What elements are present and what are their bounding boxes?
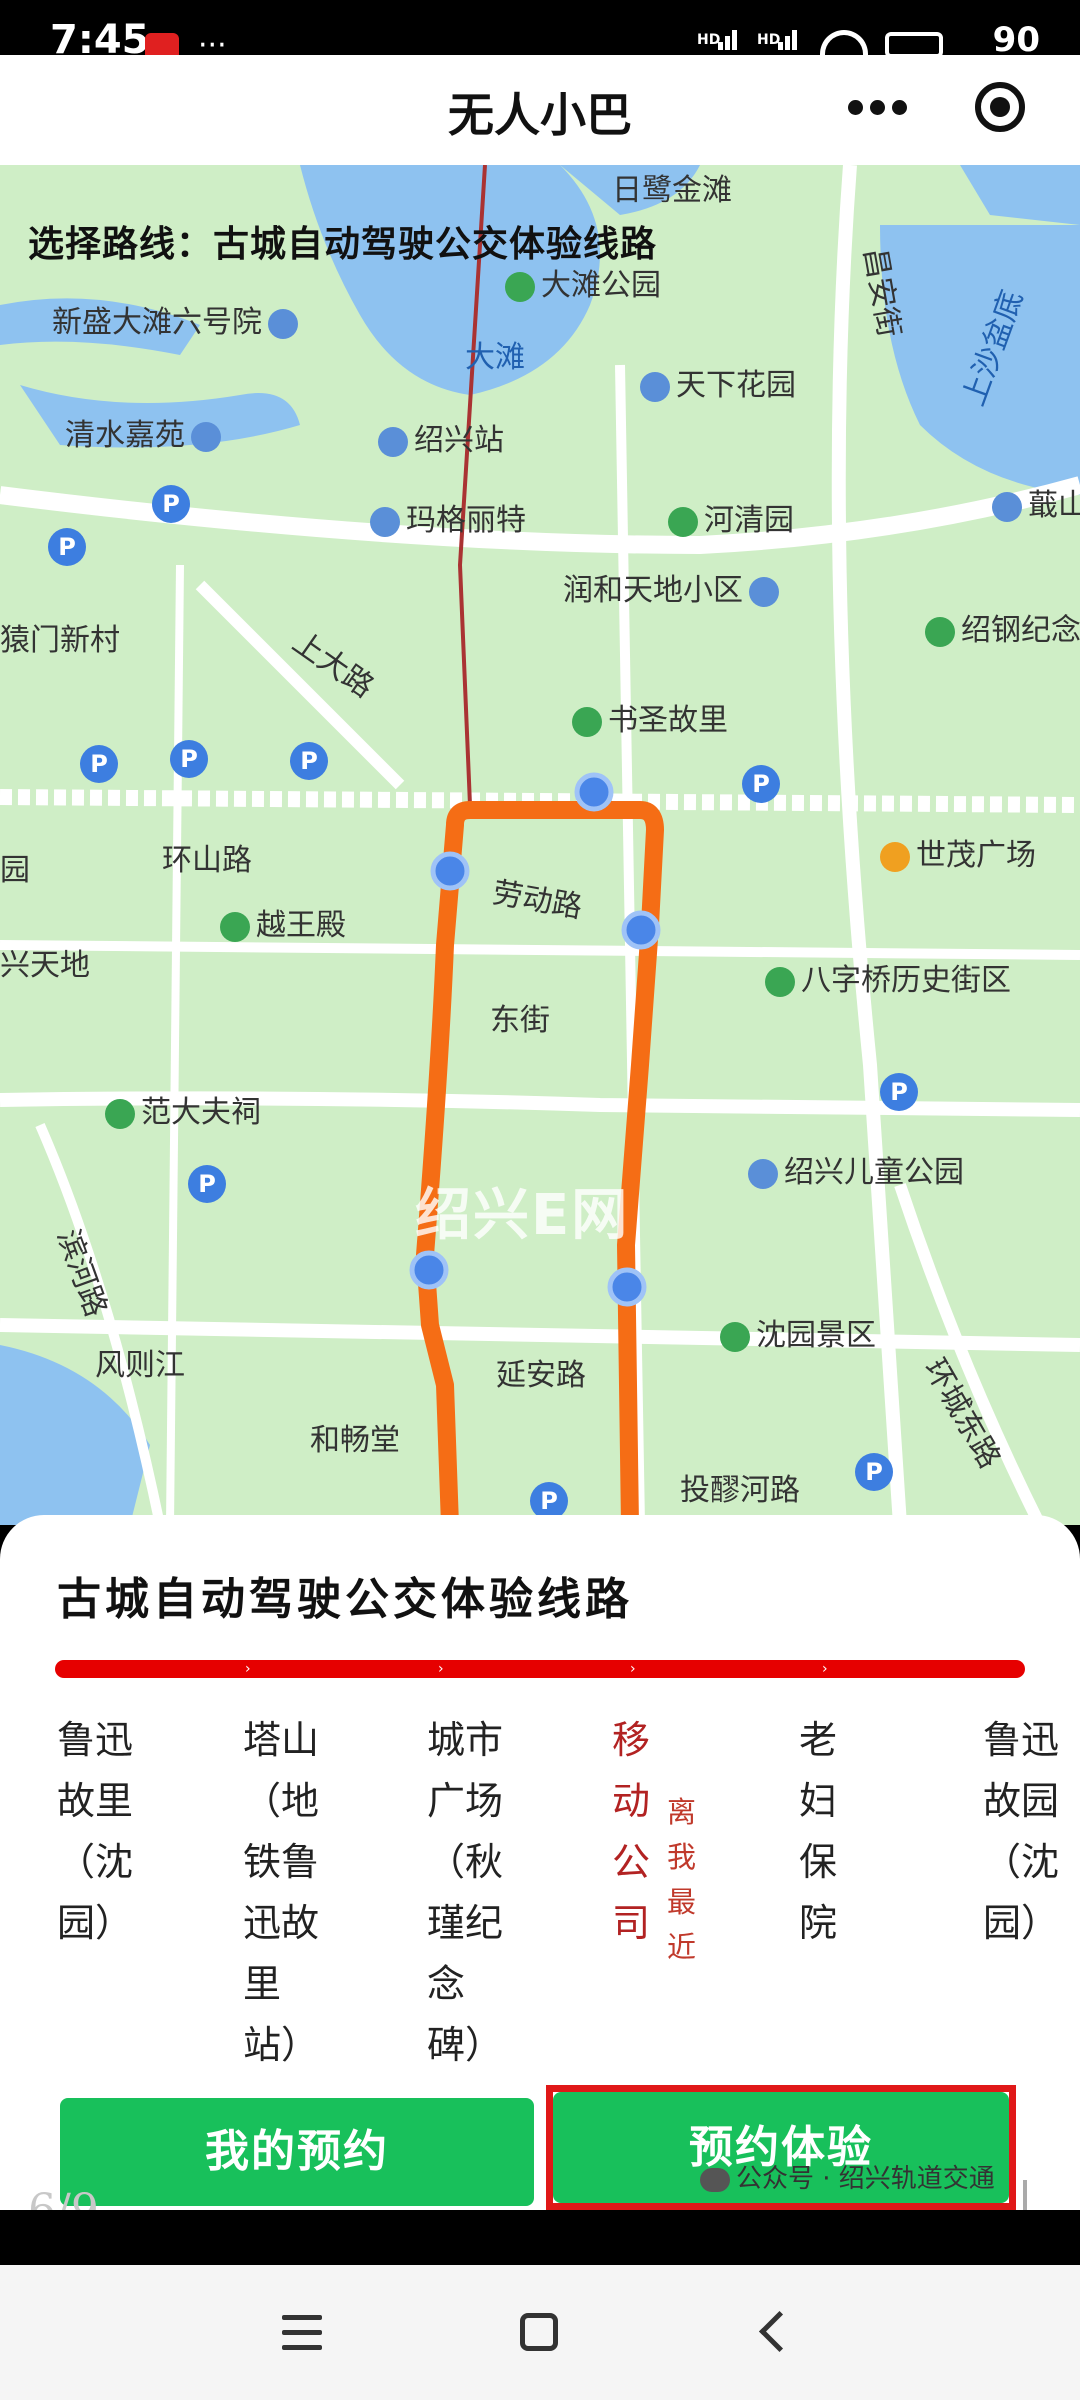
parking-icon: P <box>742 765 780 803</box>
poi-label: 天下花园 <box>640 360 796 404</box>
route-line-bar: › › › › <box>55 1660 1025 1678</box>
home-button[interactable] <box>520 2313 558 2351</box>
title-bar: 无人小巴 <box>0 55 1080 165</box>
station-icon <box>378 426 408 457</box>
close-miniprogram-button[interactable] <box>975 82 1025 132</box>
water-label: 大滩 <box>465 340 525 375</box>
poi-label: 绍兴站 <box>378 415 504 459</box>
hd-indicator-2: HD <box>757 32 781 48</box>
nearest-stop-badge: 离我最近 <box>667 1795 697 1964</box>
stop-item[interactable]: 鲁迅故园（沈园） <box>983 1710 1073 1954</box>
more-menu-button[interactable] <box>848 93 908 123</box>
poi-label: 八字桥历史街区 <box>765 955 1011 999</box>
poi-label: 世茂广场 <box>880 830 1036 874</box>
wechat-icon <box>700 2167 730 2192</box>
community-icon <box>640 371 670 402</box>
scenic-icon <box>220 911 250 942</box>
route-map[interactable]: 选择路线：古城自动驾驶公交体验线路 日鹭金滩 大滩公园 新盛大滩六号院 大滩 天… <box>0 165 1080 1525</box>
direction-arrow-icon: › <box>438 1661 444 1677</box>
parking-icon: P <box>48 528 86 566</box>
parking-icon: P <box>80 745 118 783</box>
system-nav-bar <box>0 2265 1080 2400</box>
hd-indicator: HD <box>697 32 721 48</box>
poi-label: 润和天地小区 <box>563 565 785 609</box>
community-icon <box>268 308 298 339</box>
parking-icon: P <box>170 740 208 778</box>
parking-icon: P <box>152 485 190 523</box>
park-icon <box>748 1158 778 1189</box>
poi-label: 兴天地 <box>0 948 90 983</box>
battery-level: 90 <box>992 20 1040 60</box>
park-icon <box>668 506 698 537</box>
stop-item[interactable]: 塔山（地铁鲁迅故里站） <box>243 1710 333 2076</box>
back-button[interactable] <box>758 2310 801 2353</box>
dot-icon <box>892 100 907 115</box>
poi-label: 越王殿 <box>220 900 346 944</box>
poi-label: 猿门新村 <box>0 623 120 658</box>
poi-label: 大滩公园 <box>505 260 661 304</box>
stop-item[interactable]: 鲁迅故里（沈园） <box>57 1710 147 1954</box>
stop-item-current[interactable]: 移动公司 <box>612 1710 660 1954</box>
community-icon <box>749 576 779 607</box>
scenic-icon <box>720 1321 750 1352</box>
recent-apps-button[interactable] <box>282 2315 322 2351</box>
poi-label: 绍钢纪念 <box>925 605 1080 649</box>
road-label: 环山路 <box>162 843 252 878</box>
mall-icon <box>880 841 910 872</box>
parking-icon: P <box>855 1453 893 1491</box>
poi-label: 书圣故里 <box>572 695 728 739</box>
direction-arrow-icon: › <box>822 1661 828 1677</box>
poi-label: 玛格丽特 <box>370 495 526 539</box>
viewer-band <box>0 2210 1080 2265</box>
community-icon <box>992 491 1022 522</box>
poi-label: 沈园景区 <box>720 1310 876 1354</box>
community-icon <box>191 421 221 452</box>
stop-item[interactable]: 老妇保院 <box>799 1710 847 1954</box>
road-label: 延安路 <box>496 1358 586 1393</box>
watermark: 绍兴E网 <box>415 1183 630 1248</box>
signal-icon-2 <box>778 30 802 52</box>
status-bar: 7:45 ··· HD HD 90 <box>0 0 1080 67</box>
page-title: 无人小巴 <box>448 88 632 142</box>
scenic-icon <box>765 966 795 997</box>
dot-icon <box>848 100 863 115</box>
line-title: 古城自动驾驶公交体验线路 <box>57 1574 633 1625</box>
park-icon <box>925 616 955 647</box>
parking-icon: P <box>290 742 328 780</box>
poi-label: 范大夫祠 <box>105 1087 261 1131</box>
stop-item[interactable]: 城市广场（秋瑾纪念碑） <box>427 1710 517 2076</box>
community-icon <box>370 506 400 537</box>
poi-label: 河清园 <box>668 495 794 539</box>
direction-arrow-icon: › <box>630 1661 636 1677</box>
wifi-icon <box>820 30 868 56</box>
status-time: 7:45 <box>50 17 150 63</box>
poi-label: 新盛大滩六号院 <box>52 297 304 341</box>
dot-icon <box>870 100 885 115</box>
poi-label: 园 <box>0 853 30 888</box>
poi-label: 清水嘉苑 <box>65 410 227 454</box>
wechat-source-caption: 公众号 · 绍兴轨道交通 <box>700 2158 995 2195</box>
signal-icon <box>718 30 742 52</box>
poi-label: 和畅堂 <box>310 1423 400 1458</box>
parking-icon: P <box>880 1073 918 1111</box>
scenic-icon <box>105 1098 135 1129</box>
my-reservation-button[interactable]: 我的预约 <box>60 2098 534 2206</box>
scenic-icon <box>572 706 602 737</box>
poi-label: 风则江 <box>95 1348 185 1383</box>
road-label: 投醪河路 <box>680 1473 800 1508</box>
poi-label: 日鹭金滩 <box>612 173 732 208</box>
poi-label: 绍兴儿童公园 <box>748 1147 964 1191</box>
direction-arrow-icon: › <box>245 1661 251 1677</box>
poi-label: 蕺山 <box>992 480 1080 524</box>
parking-icon: P <box>188 1165 226 1203</box>
park-icon <box>505 271 535 302</box>
road-label: 东街 <box>490 1003 550 1038</box>
